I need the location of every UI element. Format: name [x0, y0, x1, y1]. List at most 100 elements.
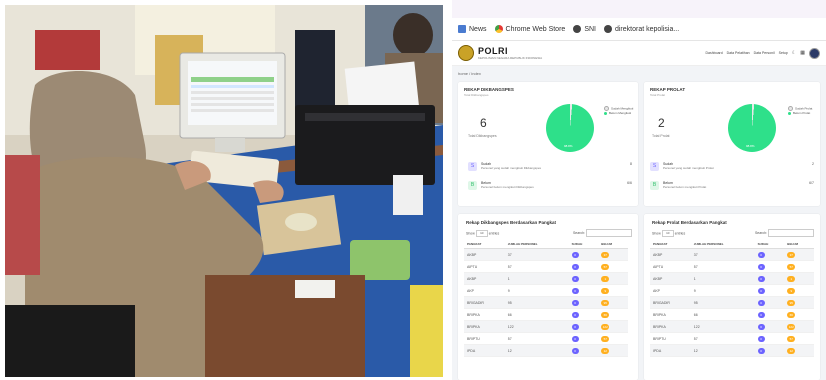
col-pangkat[interactable]: PANGKAT — [650, 239, 691, 249]
cell-belum-badge[interactable]: 95 — [601, 299, 610, 306]
cell-belum-badge[interactable]: 37 — [601, 251, 610, 258]
cell-sudah-badge[interactable]: 0 — [757, 287, 765, 294]
stat-value: 6/7 — [809, 181, 814, 185]
bookmark-direktorat[interactable]: direktorat kepolisia... — [603, 25, 679, 33]
cell-belum-badge[interactable]: 57 — [601, 335, 610, 342]
table-cell: 0 — [568, 260, 599, 273]
cell-pangkat: BRIPKA — [467, 324, 480, 329]
cell-sudah-badge[interactable]: 0 — [757, 323, 765, 330]
table-cell: 9 — [504, 284, 569, 297]
table-cell: 37 — [690, 248, 755, 261]
table-cell: BRIPTU — [464, 332, 505, 345]
cell-sudah-badge[interactable]: 0 — [571, 287, 579, 294]
cell-sudah-badge[interactable]: 0 — [571, 323, 579, 330]
cell-belum-badge[interactable]: 122 — [601, 323, 610, 330]
cell-belum-badge[interactable]: 12 — [601, 347, 610, 354]
col-sudah[interactable]: SUDAH — [754, 239, 785, 249]
table-row: BRIPKA 66 0 66 — [650, 308, 814, 321]
cell-jumlah: 57 — [693, 264, 698, 269]
search-control: Search: — [573, 229, 632, 237]
col-jumlah[interactable]: JUMLAH PERSONEL — [504, 239, 569, 249]
grid-icon[interactable]: ▦ — [800, 50, 805, 56]
cell-belum-badge[interactable]: 1 — [601, 275, 610, 282]
col-sudah[interactable]: SUDAH — [568, 239, 599, 249]
table-cell: 1 — [504, 272, 569, 285]
cell-belum-badge[interactable]: 66 — [601, 311, 610, 318]
cell-belum-badge[interactable]: 66 — [787, 311, 796, 318]
cell-pangkat: IPDA — [653, 348, 662, 353]
bookmark-news[interactable]: News — [458, 25, 487, 33]
app-logo[interactable]: POLRI KEPOLISIAN NEGARA REPUBLIK INDONES… — [458, 45, 542, 61]
search-input[interactable] — [768, 229, 814, 237]
cell-pangkat: BRIPTU — [467, 336, 480, 341]
table-cell: 12 — [784, 344, 814, 357]
legend-item-belum[interactable]: Belum Prolat — [788, 111, 812, 116]
app-header: POLRI KEPOLISIAN NEGARA REPUBLIK INDONES… — [452, 41, 826, 66]
search-input[interactable] — [586, 229, 632, 237]
cell-pangkat: BRIPKA — [467, 312, 480, 317]
cell-jumlah: 37 — [693, 252, 698, 257]
office-scene-illustration — [5, 5, 443, 377]
stat-desc: Personel belum mengikuti Prolat — [663, 185, 707, 189]
table-row: BRIGADIR 95 0 95 — [650, 296, 814, 309]
col-belum[interactable]: BELUM — [784, 239, 814, 249]
table-cell: AKBP — [650, 248, 691, 261]
cell-sudah-badge[interactable]: 0 — [757, 263, 765, 270]
moon-icon[interactable]: ☾ — [792, 50, 796, 56]
cell-belum-badge[interactable]: 122 — [787, 323, 796, 330]
entries-select[interactable]: 10 — [661, 230, 674, 237]
cell-jumlah: 9 — [693, 288, 696, 293]
pie-label: 98.8% — [564, 144, 573, 148]
polri-badge-icon — [458, 45, 474, 61]
cell-belum-badge[interactable]: 57 — [601, 263, 610, 270]
cell-sudah-badge[interactable]: 0 — [757, 311, 765, 318]
cell-sudah-badge[interactable]: 0 — [571, 335, 579, 342]
cell-sudah-badge[interactable]: 0 — [571, 275, 579, 282]
cell-sudah-badge[interactable]: 0 — [757, 299, 765, 306]
legend-item-belum[interactable]: Belum Mengikuti — [604, 111, 633, 116]
table-prolat-card: Rekap Prolat Berdasarkan Pangkat Show 10… — [644, 214, 820, 380]
table-cell: 12 — [598, 344, 628, 357]
cell-belum-badge[interactable]: 37 — [787, 251, 796, 258]
table-cell: 66 — [784, 308, 814, 321]
table-header-row: PANGKAT JUMLAH PERSONEL SUDAH BELUM — [650, 239, 814, 249]
cell-sudah-badge[interactable]: 0 — [571, 347, 579, 354]
cell-belum-badge[interactable]: 95 — [787, 299, 796, 306]
avatar[interactable] — [809, 47, 820, 59]
chair-back — [5, 305, 135, 377]
cell-belum-badge[interactable]: 57 — [787, 335, 796, 342]
entries-select[interactable]: 10 — [475, 230, 488, 237]
cell-belum-badge[interactable]: 9 — [601, 287, 610, 294]
cell-sudah-badge[interactable]: 0 — [757, 275, 765, 282]
table-cell: 57 — [598, 332, 628, 345]
cell-sudah-badge[interactable]: 0 — [571, 263, 579, 270]
col-jumlah[interactable]: JUMLAH PERSONEL — [690, 239, 755, 249]
stat-sudah: S Sudah Personel yang sudah mengikuti Dik… — [468, 162, 632, 178]
col-belum[interactable]: BELUM — [598, 239, 628, 249]
nav-dashboard[interactable]: Dashboard — [706, 51, 723, 55]
cell-pangkat: AIPTU — [653, 264, 664, 269]
cell-belum-badge[interactable]: 9 — [787, 287, 796, 294]
table-row: IPDA 12 0 12 — [464, 344, 628, 357]
entries-label: entries — [488, 231, 500, 236]
bookmark-sni[interactable]: SNI — [573, 25, 596, 33]
cell-belum-badge[interactable]: 12 — [787, 347, 796, 354]
cell-sudah-badge[interactable]: 0 — [571, 311, 579, 318]
cell-belum-badge[interactable]: 1 — [787, 275, 796, 282]
cell-sudah-badge[interactable]: 0 — [757, 347, 765, 354]
col-pangkat[interactable]: PANGKAT — [464, 239, 505, 249]
bookmark-chrome-web-store[interactable]: Chrome Web Store — [494, 25, 565, 33]
cell-sudah-badge[interactable]: 0 — [757, 335, 765, 342]
stat-letter-icon: B — [650, 181, 659, 190]
cell-sudah-badge[interactable]: 0 — [757, 251, 765, 258]
nav-setup[interactable]: Setup — [779, 51, 788, 55]
cell-pangkat: BRIGADIR — [467, 300, 484, 305]
cell-sudah-badge[interactable]: 0 — [571, 251, 579, 258]
cell-belum-badge[interactable]: 57 — [787, 263, 796, 270]
entries-label: entries — [674, 231, 686, 236]
nav-data-pelatihan[interactable]: Data Pelatihan — [727, 51, 750, 55]
cell-sudah-badge[interactable]: 0 — [571, 299, 579, 306]
nav-data-personil[interactable]: Data Personil — [754, 51, 775, 55]
search-control: Search: — [755, 229, 814, 237]
search-label: Search: — [572, 230, 586, 235]
